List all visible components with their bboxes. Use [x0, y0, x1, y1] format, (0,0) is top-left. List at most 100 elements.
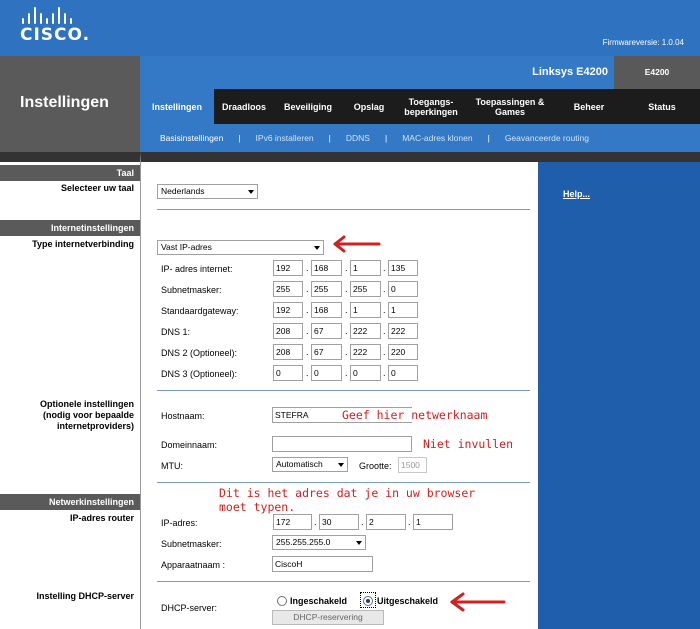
- octet-dot: .: [306, 284, 309, 294]
- octet-dot: .: [345, 305, 348, 315]
- firmware-version: Firmwareversie: 1.0.04: [602, 38, 684, 47]
- dns2-octet-2[interactable]: 67: [311, 344, 342, 360]
- dns1-octet-2[interactable]: 67: [311, 323, 342, 339]
- dns3-octet-1[interactable]: 0: [273, 365, 303, 381]
- divider: [157, 581, 530, 582]
- language-select[interactable]: Nederlands: [157, 184, 258, 199]
- section-internet: Internetinstellingen: [0, 220, 140, 236]
- mtu-label: MTU:: [161, 461, 183, 471]
- ip-internet-octet-4[interactable]: 135: [388, 260, 418, 276]
- octet-dot: .: [345, 326, 348, 336]
- device-name-input[interactable]: CiscoH: [272, 556, 373, 572]
- divider: [157, 209, 530, 210]
- ip-internet-octet-2[interactable]: 168: [311, 260, 342, 276]
- connection-type-select[interactable]: Vast IP-adres: [157, 240, 324, 255]
- tab-draadloos[interactable]: Draadloos: [214, 89, 274, 124]
- dns3-octet-4[interactable]: 0: [388, 365, 418, 381]
- dhcp-enabled-radio[interactable]: [277, 596, 287, 606]
- product-bar: Linksys E4200 E4200: [140, 56, 700, 89]
- dns2-octet-3[interactable]: 222: [350, 344, 381, 360]
- router-ip-field-label: IP-adres:: [161, 518, 198, 528]
- gateway-octet-2[interactable]: 168: [311, 302, 342, 318]
- divider: [157, 390, 530, 391]
- help-link[interactable]: Help...: [563, 189, 590, 199]
- octet-dot: .: [383, 305, 386, 315]
- help-panel: Help...: [538, 162, 700, 629]
- subtab-ipv6[interactable]: IPv6 installeren: [256, 133, 314, 143]
- octet-dot: .: [361, 517, 364, 527]
- main-nav: Instellingen Draadloos Beveiliging Opsla…: [140, 89, 700, 124]
- dns3-label: DNS 3 (Optioneel):: [161, 369, 238, 379]
- dns2-label: DNS 2 (Optioneel):: [161, 348, 238, 358]
- subnet-octet-4[interactable]: 0: [388, 281, 418, 297]
- dhcp-reservation-button[interactable]: DHCP-reservering: [272, 610, 384, 625]
- octet-dot: .: [383, 347, 386, 357]
- octet-dot: .: [345, 368, 348, 378]
- dns2-octet-1[interactable]: 208: [273, 344, 303, 360]
- subtab-ddns[interactable]: DDNS: [346, 133, 370, 143]
- taal-label: Selecteer uw taal: [60, 183, 134, 193]
- subtab-basisinstellingen[interactable]: Basisinstellingen: [160, 133, 223, 143]
- cisco-bars-icon: [20, 6, 90, 24]
- tab-toepassingen-games[interactable]: Toepassingen & Games: [466, 89, 554, 124]
- size-input[interactable]: 1500: [398, 457, 427, 473]
- router-ip-octet-3[interactable]: 2: [366, 514, 406, 530]
- mtu-select[interactable]: Automatisch: [272, 457, 348, 472]
- octet-dot: .: [306, 263, 309, 273]
- octet-dot: .: [345, 284, 348, 294]
- octet-dot: .: [345, 263, 348, 273]
- dns1-octet-4[interactable]: 222: [388, 323, 418, 339]
- dns2-octet-4[interactable]: 220: [388, 344, 418, 360]
- tab-status[interactable]: Status: [624, 89, 700, 124]
- chevron-down-icon: [356, 541, 362, 545]
- separator: |: [238, 133, 241, 143]
- dhcp-server-label: DHCP-server:: [161, 603, 218, 613]
- domain-label: Domeinnaam:: [161, 440, 218, 450]
- octet-dot: .: [383, 263, 386, 273]
- tab-toegangsbeperkingen[interactable]: Toegangs- beperkingen: [396, 89, 466, 124]
- octet-dot: .: [383, 326, 386, 336]
- dns1-octet-3[interactable]: 222: [350, 323, 381, 339]
- subnet-label: Subnetmasker:: [161, 285, 222, 295]
- gateway-octet-4[interactable]: 1: [388, 302, 418, 318]
- subtab-advanced-routing[interactable]: Geavanceerde routing: [505, 133, 589, 143]
- tab-instellingen[interactable]: Instellingen: [140, 89, 214, 124]
- section-taal: Taal: [0, 165, 140, 181]
- section-network: Netwerkinstellingen: [0, 494, 140, 510]
- router-subnet-select[interactable]: 255.255.255.0: [272, 535, 366, 550]
- dns3-octet-3[interactable]: 0: [350, 365, 381, 381]
- divider: [157, 482, 530, 483]
- chevron-down-icon: [314, 246, 320, 250]
- red-arrow-icon: [450, 592, 506, 612]
- dhcp-disabled-radio[interactable]: [363, 596, 373, 606]
- subnet-octet-3[interactable]: 255: [350, 281, 381, 297]
- optional-settings-label: Optionele instellingen (nodig voor bepaa…: [39, 399, 134, 431]
- dns1-octet-1[interactable]: 208: [273, 323, 303, 339]
- left-strip: [0, 152, 140, 162]
- model-name: E4200: [614, 56, 700, 89]
- subnet-octet-1[interactable]: 255: [273, 281, 303, 297]
- hostname-label: Hostnaam:: [161, 411, 205, 421]
- chevron-down-icon: [248, 190, 254, 194]
- cisco-logo: CISCO.: [20, 6, 90, 45]
- router-ip-octet-1[interactable]: 172: [273, 514, 312, 530]
- router-ip-octet-2[interactable]: 30: [319, 514, 359, 530]
- logo-text: CISCO.: [20, 25, 91, 45]
- gateway-octet-1[interactable]: 192: [273, 302, 303, 318]
- router-ip-octet-4[interactable]: 1: [413, 514, 453, 530]
- tab-beveiliging[interactable]: Beveiliging: [274, 89, 342, 124]
- dns3-octet-2[interactable]: 0: [311, 365, 342, 381]
- octet-dot: .: [306, 326, 309, 336]
- octet-dot: .: [306, 305, 309, 315]
- tab-opslag[interactable]: Opslag: [342, 89, 396, 124]
- gateway-octet-3[interactable]: 1: [350, 302, 381, 318]
- ip-internet-octet-1[interactable]: 192: [273, 260, 303, 276]
- ip-internet-octet-3[interactable]: 1: [350, 260, 381, 276]
- tab-beheer[interactable]: Beheer: [554, 89, 624, 124]
- subtab-mac-clone[interactable]: MAC-adres klonen: [402, 133, 472, 143]
- octet-dot: .: [306, 347, 309, 357]
- octet-dot: .: [383, 368, 386, 378]
- domain-input[interactable]: [272, 436, 412, 452]
- red-arrow-icon: [333, 235, 381, 253]
- subnet-octet-2[interactable]: 255: [311, 281, 342, 297]
